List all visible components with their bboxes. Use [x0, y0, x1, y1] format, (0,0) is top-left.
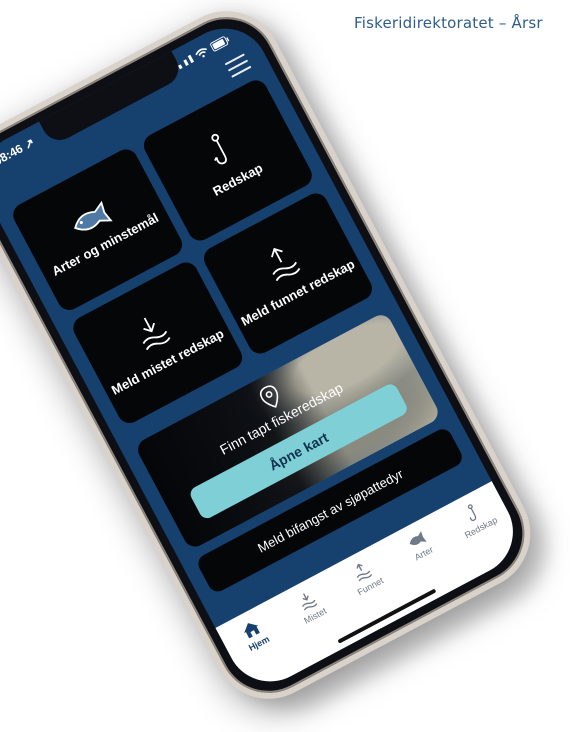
wifi-icon [195, 48, 207, 58]
status-icons [175, 31, 233, 72]
tab-home[interactable]: Hjem [223, 609, 286, 661]
status-time: 08:46 ↗ [0, 135, 38, 169]
document-header-title: Fiskeridirektoratet – Årsr [354, 14, 543, 32]
tab-gear[interactable]: Redskap [444, 491, 508, 545]
hamburger-menu-icon[interactable] [224, 53, 252, 78]
arrow-up-waves-icon [271, 247, 301, 282]
tab-found[interactable]: Funnet [334, 550, 398, 604]
battery-icon [210, 36, 230, 52]
fishhook-icon [467, 504, 476, 522]
arrow-down-waves-icon [142, 317, 171, 351]
tab-lost[interactable]: Mistet [278, 580, 342, 634]
tab-species[interactable]: Arter [389, 521, 451, 571]
fishhook-icon [211, 133, 228, 165]
